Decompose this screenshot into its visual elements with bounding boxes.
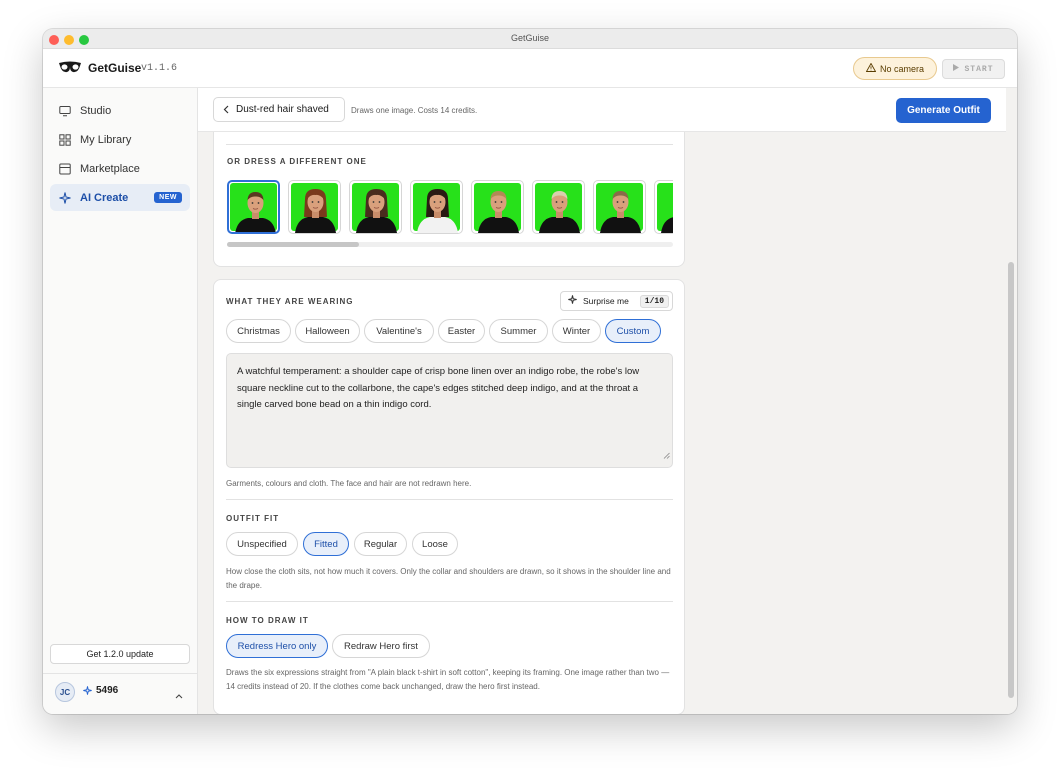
wearing-help-text: Garments, colours and cloth. The face an… <box>226 479 472 488</box>
window-title: GetGuise <box>510 33 550 43</box>
app-header: GetGuise v1.1.6 No camera START <box>43 49 1017 88</box>
store-icon <box>59 163 71 175</box>
start-button[interactable]: START <box>942 59 1005 79</box>
back-label: Dust-red hair shaved <box>236 104 329 115</box>
start-label: START <box>964 64 994 74</box>
title-bar: GetGuise <box>43 29 1017 49</box>
surprise-count: 1/10 <box>639 295 669 308</box>
character-thumbnail[interactable] <box>654 180 673 234</box>
camera-status-button[interactable]: No camera <box>853 57 937 80</box>
sidebar-item-label: Studio <box>80 104 112 117</box>
app-name: GetGuise <box>88 61 142 75</box>
preset-chip-winter[interactable]: Winter <box>552 319 601 343</box>
sparkle-icon <box>568 295 577 307</box>
sidebar-item-my-library[interactable]: My Library <box>50 126 190 153</box>
character-thumbnail[interactable] <box>349 180 402 234</box>
main-scrollbar[interactable] <box>1008 262 1014 698</box>
sparkle-icon <box>59 191 71 204</box>
preset-chip-summer[interactable]: Summer <box>489 319 548 343</box>
warning-icon <box>865 62 877 74</box>
main-panel: Dust-red hair shaved Draws one image. Co… <box>198 88 1017 714</box>
cost-note: Draws one image. Costs 14 credits. <box>351 106 478 115</box>
monitor-icon <box>59 105 71 117</box>
wearing-card: WHAT THEY ARE WEARING Surprise me 1/10 C… <box>213 279 685 714</box>
character-thumbnail[interactable] <box>288 180 341 234</box>
preset-chip-valentines[interactable]: Valentine's <box>364 319 434 343</box>
back-button[interactable]: Dust-red hair shaved <box>213 97 345 122</box>
section-title: OUTFIT FIT <box>226 514 280 523</box>
surprise-me-button[interactable]: Surprise me 1/10 <box>560 291 673 311</box>
character-portrait <box>417 189 458 233</box>
fit-help-text: How close the cloth sits, not how much i… <box>226 567 671 590</box>
sidebar-item-ai-create[interactable]: AI Create NEW <box>50 184 190 211</box>
preset-chip-easter[interactable]: Easter <box>438 319 485 343</box>
credit-balance: 5496 <box>96 685 119 696</box>
sidebar: Studio My Library Marketplace AI Create … <box>43 88 198 714</box>
fit-option-unspecified[interactable]: Unspecified <box>226 532 298 556</box>
character-thumbnail[interactable] <box>227 180 280 234</box>
fit-option-loose[interactable]: Loose <box>412 532 458 556</box>
preset-chip-custom[interactable]: Custom <box>605 319 661 343</box>
character-thumbnail[interactable] <box>532 180 585 234</box>
sidebar-item-label: My Library <box>80 133 132 146</box>
character-portrait <box>539 191 580 233</box>
character-thumbnail[interactable] <box>410 180 463 234</box>
character-portrait <box>356 189 397 233</box>
character-thumbnail-strip <box>227 180 673 236</box>
section-title: HOW TO DRAW IT <box>226 616 309 625</box>
chevron-left-icon <box>223 105 229 114</box>
app-version: v1.1.6 <box>141 63 178 74</box>
preset-chip-christmas[interactable]: Christmas <box>226 319 291 343</box>
sidebar-item-studio[interactable]: Studio <box>50 97 190 124</box>
outfit-description-textarea[interactable]: A watchful temperament: a shoulder cape … <box>226 353 673 468</box>
chevron-up-icon[interactable] <box>175 686 183 704</box>
fit-option-regular[interactable]: Regular <box>354 532 407 556</box>
sidebar-item-label: AI Create <box>80 191 129 204</box>
thumbnail-scrollbar[interactable] <box>227 242 673 247</box>
draw-option-redraw-hero[interactable]: Redraw Hero first <box>332 634 430 658</box>
new-badge: NEW <box>154 192 182 203</box>
generate-outfit-button[interactable]: Generate Outfit <box>896 98 991 123</box>
divider <box>226 144 673 145</box>
update-button[interactable]: Get 1.2.0 update <box>50 644 190 664</box>
character-portrait <box>478 191 519 233</box>
divider <box>226 499 673 500</box>
section-title: OR DRESS A DIFFERENT ONE <box>227 157 367 166</box>
draw-help-text: Draws the six expressions straight from … <box>226 668 670 691</box>
character-thumbnail[interactable] <box>593 180 646 234</box>
credits-sparkle-icon <box>83 686 92 698</box>
fit-option-fitted[interactable]: Fitted <box>303 532 349 556</box>
editor-toolbar: Dust-red hair shaved Draws one image. Co… <box>198 88 1006 132</box>
grid-icon <box>59 133 71 146</box>
sidebar-item-label: Marketplace <box>80 162 140 175</box>
scrollbar-thumb[interactable] <box>227 242 359 247</box>
character-portrait <box>661 217 673 233</box>
camera-status-label: No camera <box>879 63 924 74</box>
resize-grip-icon[interactable] <box>663 449 670 466</box>
surprise-label: Surprise me <box>583 296 629 306</box>
glasses-logo-icon <box>58 61 82 80</box>
dress-different-card: OR DRESS A DIFFERENT ONE <box>213 132 685 267</box>
draw-option-redress-hero[interactable]: Redress Hero only <box>226 634 328 658</box>
character-portrait <box>235 192 276 232</box>
avatar[interactable]: JC <box>55 682 75 702</box>
divider <box>226 601 673 602</box>
character-portrait <box>600 191 641 233</box>
outfit-description-text: A watchful temperament: a shoulder cape … <box>237 366 640 410</box>
character-thumbnail[interactable] <box>471 180 524 234</box>
section-title: WHAT THEY ARE WEARING <box>226 297 354 306</box>
app-window: GetGuise GetGuise v1.1.6 No camera START <box>43 29 1017 714</box>
preset-chip-halloween[interactable]: Halloween <box>295 319 360 343</box>
play-icon <box>953 64 960 74</box>
character-portrait <box>295 189 336 233</box>
sidebar-item-marketplace[interactable]: Marketplace <box>50 155 190 182</box>
sidebar-divider <box>43 673 198 674</box>
